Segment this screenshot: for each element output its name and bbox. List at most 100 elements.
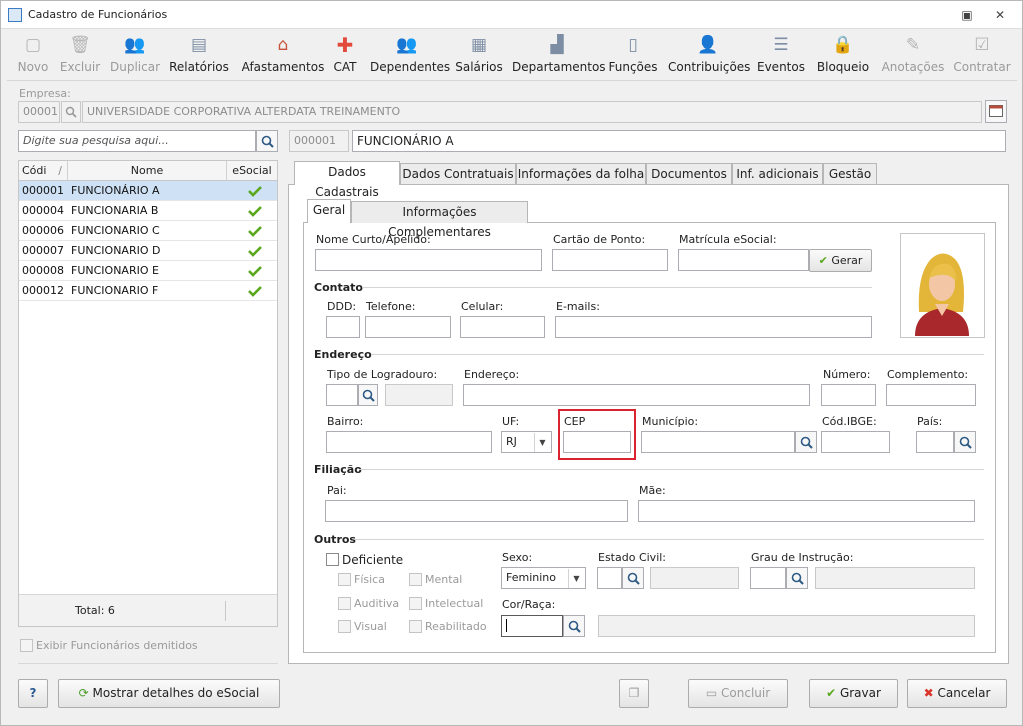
cartao-ponto-input[interactable]	[552, 249, 668, 271]
toolbar-afastamentos-button[interactable]: ⌂ Afastamentos	[241, 31, 325, 77]
municipio-search-button[interactable]	[795, 431, 817, 453]
grau-instrucao-input[interactable]	[750, 567, 786, 589]
empresa-code-field[interactable]: 00001	[18, 101, 60, 123]
toolbar-dependentes-button[interactable]: 👥 Dependentes	[370, 31, 450, 77]
grid-header-name[interactable]: Nome	[68, 161, 227, 181]
table-row[interactable]: 000004 FUNCIONARIA B	[19, 201, 277, 221]
employee-grid: Códi ∕ Nome eSocial 000001 FUNCIONÁRIO A 00…	[18, 160, 278, 627]
gerar-button[interactable]: ✔ Gerar	[809, 249, 872, 272]
help-button[interactable]: ?	[18, 679, 48, 708]
visual-checkbox[interactable]	[338, 620, 351, 633]
cor-raca-label: Cor/Raça:	[502, 598, 556, 611]
subtab-geral[interactable]: Geral	[307, 199, 351, 223]
deficiente-checkbox[interactable]	[326, 553, 339, 566]
row-name: FUNCIONARIO D	[71, 244, 161, 257]
toolbar-excluir-button[interactable]: 🗑 Excluir	[57, 31, 103, 77]
pais-search-button[interactable]	[954, 431, 976, 453]
numero-input[interactable]	[821, 384, 876, 406]
bairro-input[interactable]	[326, 431, 492, 453]
toolbar-relatorios-button[interactable]: ▤ Relatórios	[167, 31, 231, 77]
empresa-search-button[interactable]	[61, 101, 81, 123]
cancelar-button[interactable]: ✖ Cancelar	[907, 679, 1007, 708]
cor-raca-desc	[598, 615, 975, 637]
fisica-checkbox[interactable]	[338, 573, 351, 586]
toolbar-anotacoes-button[interactable]: ✎ Anotações	[881, 31, 945, 77]
grid-header-code[interactable]: Códi ∕	[19, 161, 68, 181]
toolbar-contratar-button[interactable]: ☑ Contratar	[951, 31, 1013, 77]
tab-gestao[interactable]: Gestão	[823, 163, 877, 185]
esocial-details-button[interactable]: ⟳ Mostrar detalhes do eSocial	[58, 679, 280, 708]
emails-input[interactable]	[555, 316, 872, 338]
search-button[interactable]	[256, 130, 278, 152]
dependents-icon: 👥	[396, 35, 418, 55]
gravar-button[interactable]: ✔ Gravar	[809, 679, 898, 708]
toolbar-novo-button[interactable]: ▢ Novo	[11, 31, 55, 77]
copy-button[interactable]: ❐	[619, 679, 649, 708]
sexo-select[interactable]: Feminino ▼	[501, 567, 586, 589]
intelectual-checkbox[interactable]	[409, 597, 422, 610]
tab-informacoes-folha[interactable]: Informações da folha	[516, 163, 646, 185]
tipo-logradouro-search-button[interactable]	[358, 384, 378, 406]
toolbar-eventos-button[interactable]: ☰ Eventos	[755, 31, 807, 77]
cod-ibge-label: Cód.IBGE:	[822, 415, 877, 428]
empresa-name-field[interactable]: UNIVERSIDADE CORPORATIVA ALTERDATA TREIN…	[82, 101, 982, 123]
toolbar-salarios-button[interactable]: ▦ Salários	[454, 31, 504, 77]
employee-code-field[interactable]: 000001	[289, 130, 349, 152]
celular-input[interactable]	[460, 316, 545, 338]
employee-name-field[interactable]: FUNCIONÁRIO A	[352, 130, 1006, 152]
estado-civil-input[interactable]	[597, 567, 622, 589]
show-dismissed-checkbox[interactable]	[20, 639, 33, 652]
tab-dados-cadastrais[interactable]: Dados Cadastrais	[294, 161, 400, 199]
mae-input[interactable]	[638, 500, 975, 522]
intelectual-label: Intelectual	[425, 597, 484, 610]
telefone-input[interactable]	[365, 316, 451, 338]
employee-photo[interactable]	[900, 233, 985, 338]
tab-documentos[interactable]: Documentos	[646, 163, 732, 185]
bairro-label: Bairro:	[327, 415, 364, 428]
toolbar-funcoes-button[interactable]: ▯ Funções	[607, 31, 659, 77]
tab-inf-adicionais[interactable]: Inf. adicionais	[732, 163, 823, 185]
restore-icon[interactable]: ▣	[959, 7, 975, 23]
concluir-button[interactable]: ▭ Concluir	[688, 679, 788, 708]
table-row[interactable]: 000007 FUNCIONARIO D	[19, 241, 277, 261]
tipo-logradouro-input[interactable]	[326, 384, 358, 406]
cod-ibge-input[interactable]	[821, 431, 890, 453]
municipio-input[interactable]	[641, 431, 795, 453]
cor-raca-search-button[interactable]	[563, 615, 585, 637]
table-row[interactable]: 000008 FUNCIONARIO E	[19, 261, 277, 281]
matricula-input[interactable]	[678, 249, 809, 271]
toolbar-contribuicoes-button[interactable]: 👤 Contribuições	[668, 31, 750, 77]
complemento-input[interactable]	[886, 384, 976, 406]
estado-civil-search-button[interactable]	[622, 567, 644, 589]
estado-civil-label: Estado Civil:	[598, 551, 667, 564]
toolbar-cat-button[interactable]: ✚ CAT	[329, 31, 361, 77]
grau-instrucao-search-button[interactable]	[786, 567, 808, 589]
toolbar-duplicar-button[interactable]: 👥 Duplicar	[107, 31, 163, 77]
pai-input[interactable]	[325, 500, 628, 522]
contato-divider	[362, 287, 872, 288]
table-row[interactable]: 000012 FUNCIONARIO F	[19, 281, 277, 301]
uf-select[interactable]: RJ ▼	[501, 431, 552, 453]
subtab-informacoes-complementares[interactable]: Informações Complementares	[351, 201, 528, 239]
grid-footer: Total: 6	[19, 594, 277, 626]
toolbar-departamentos-button[interactable]: ▟ Departamentos	[512, 31, 606, 77]
table-row[interactable]: 000001 FUNCIONÁRIO A	[19, 181, 277, 201]
table-row[interactable]: 000006 FUNCIONARIO C	[19, 221, 277, 241]
reabilitado-checkbox[interactable]	[409, 620, 422, 633]
show-dismissed-label: Exibir Funcionários demitidos	[36, 639, 198, 652]
ddd-input[interactable]	[326, 316, 360, 338]
tab-dados-contratuais[interactable]: Dados Contratuais	[400, 163, 516, 185]
nome-curto-input[interactable]	[315, 249, 542, 271]
auditiva-checkbox[interactable]	[338, 597, 351, 610]
row-name: FUNCIONARIO F	[71, 284, 159, 297]
endereco-input[interactable]	[463, 384, 810, 406]
search-input[interactable]: Digite sua pesquisa aqui...	[18, 130, 256, 152]
close-icon[interactable]: ✕	[992, 7, 1008, 23]
grid-header-esocial[interactable]: eSocial	[227, 161, 277, 181]
empresa-window-button[interactable]	[985, 100, 1007, 123]
mental-checkbox[interactable]	[409, 573, 422, 586]
cor-raca-input[interactable]	[501, 615, 563, 637]
pais-input[interactable]	[916, 431, 954, 453]
sexo-label: Sexo:	[502, 551, 533, 564]
toolbar-bloqueio-button[interactable]: 🔒 Bloqueio	[815, 31, 871, 77]
